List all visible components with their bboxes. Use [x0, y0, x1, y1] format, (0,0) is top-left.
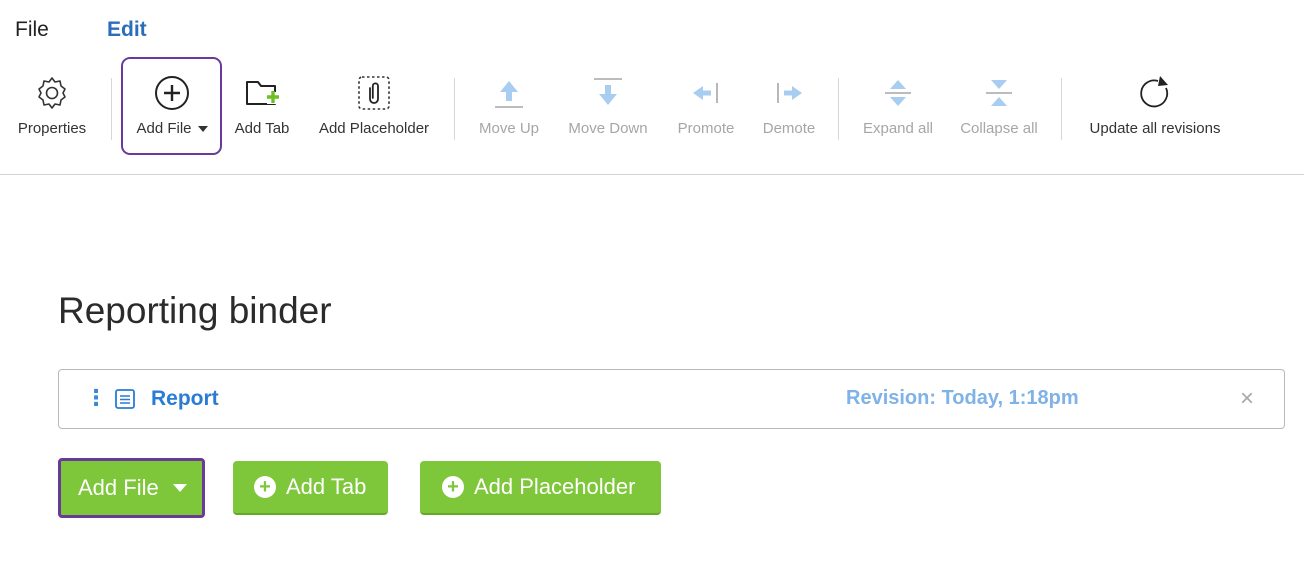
move-up-button[interactable]: Move Up — [474, 70, 544, 156]
expand-all-button[interactable]: Expand all — [856, 70, 940, 156]
add-tab-label: Add Tab — [234, 120, 290, 137]
plus-circle-icon: + — [442, 476, 464, 498]
binder-item-name[interactable]: Report — [151, 387, 219, 411]
properties-button[interactable]: Properties — [12, 70, 92, 156]
move-up-label: Move Up — [478, 120, 540, 137]
add-placeholder-button[interactable]: Add Placeholder — [310, 70, 438, 156]
promote-label: Promote — [677, 120, 735, 137]
drag-handle-icon[interactable]: ⋮ — [85, 386, 107, 410]
chevron-down-icon — [197, 126, 208, 133]
toolbar-separator — [111, 78, 112, 140]
demote-button[interactable]: Demote — [756, 70, 822, 156]
toolbar-separator — [838, 78, 839, 140]
add-file-dropdown-button[interactable]: Add File — [126, 70, 218, 156]
paperclip-placeholder-icon — [356, 70, 392, 116]
add-file-button[interactable]: Add File — [58, 458, 205, 518]
revision-text: Revision: Today, 1:18pm — [846, 387, 1079, 409]
expand-icon — [881, 70, 915, 116]
document-icon — [114, 388, 136, 415]
demote-label: Demote — [762, 120, 816, 137]
add-tab-button[interactable]: Add Tab — [230, 70, 294, 156]
page-title: Reporting binder — [58, 290, 332, 331]
promote-button[interactable]: Promote — [670, 70, 742, 156]
add-file-button-label: Add File — [78, 475, 159, 500]
add-placeholder-button-label: Add Placeholder — [474, 474, 636, 499]
ribbon-toolbar: Properties Add File Add Tab Add Placehol… — [0, 70, 1304, 158]
update-all-revisions-label: Update all revisions — [1089, 120, 1221, 137]
add-file-label: Add File — [136, 120, 208, 137]
arrow-right-icon — [772, 70, 806, 116]
arrow-left-icon — [689, 70, 723, 116]
add-tab-button-label: Add Tab — [286, 474, 367, 499]
collapse-icon — [982, 70, 1016, 116]
toolbar-divider — [0, 174, 1304, 175]
add-placeholder-label: Add Placeholder — [318, 120, 430, 137]
add-circle-icon — [153, 70, 191, 116]
menu-edit[interactable]: Edit — [107, 18, 147, 42]
menu-file[interactable]: File — [15, 18, 49, 42]
move-down-button[interactable]: Move Down — [560, 70, 656, 156]
collapse-all-button[interactable]: Collapse all — [952, 70, 1046, 156]
properties-label: Properties — [17, 120, 87, 137]
add-placeholder-green-button[interactable]: + Add Placeholder — [420, 461, 661, 515]
folder-add-icon — [243, 70, 281, 116]
toolbar-separator — [1061, 78, 1062, 140]
add-tab-green-button[interactable]: + Add Tab — [233, 461, 388, 515]
gear-icon — [34, 70, 70, 116]
binder-item-row[interactable]: ⋮ Report Revision: Today, 1:18pm × — [58, 369, 1285, 429]
arrow-up-icon — [492, 70, 526, 116]
update-all-revisions-button[interactable]: Update all revisions — [1078, 70, 1232, 156]
move-down-label: Move Down — [568, 120, 648, 137]
arrow-down-icon — [591, 70, 625, 116]
expand-all-label: Expand all — [862, 120, 934, 137]
toolbar-separator — [454, 78, 455, 140]
remove-icon[interactable]: × — [1240, 385, 1254, 413]
refresh-icon — [1136, 70, 1174, 116]
plus-circle-icon: + — [254, 476, 276, 498]
chevron-down-icon — [172, 484, 187, 492]
collapse-all-label: Collapse all — [960, 120, 1038, 137]
